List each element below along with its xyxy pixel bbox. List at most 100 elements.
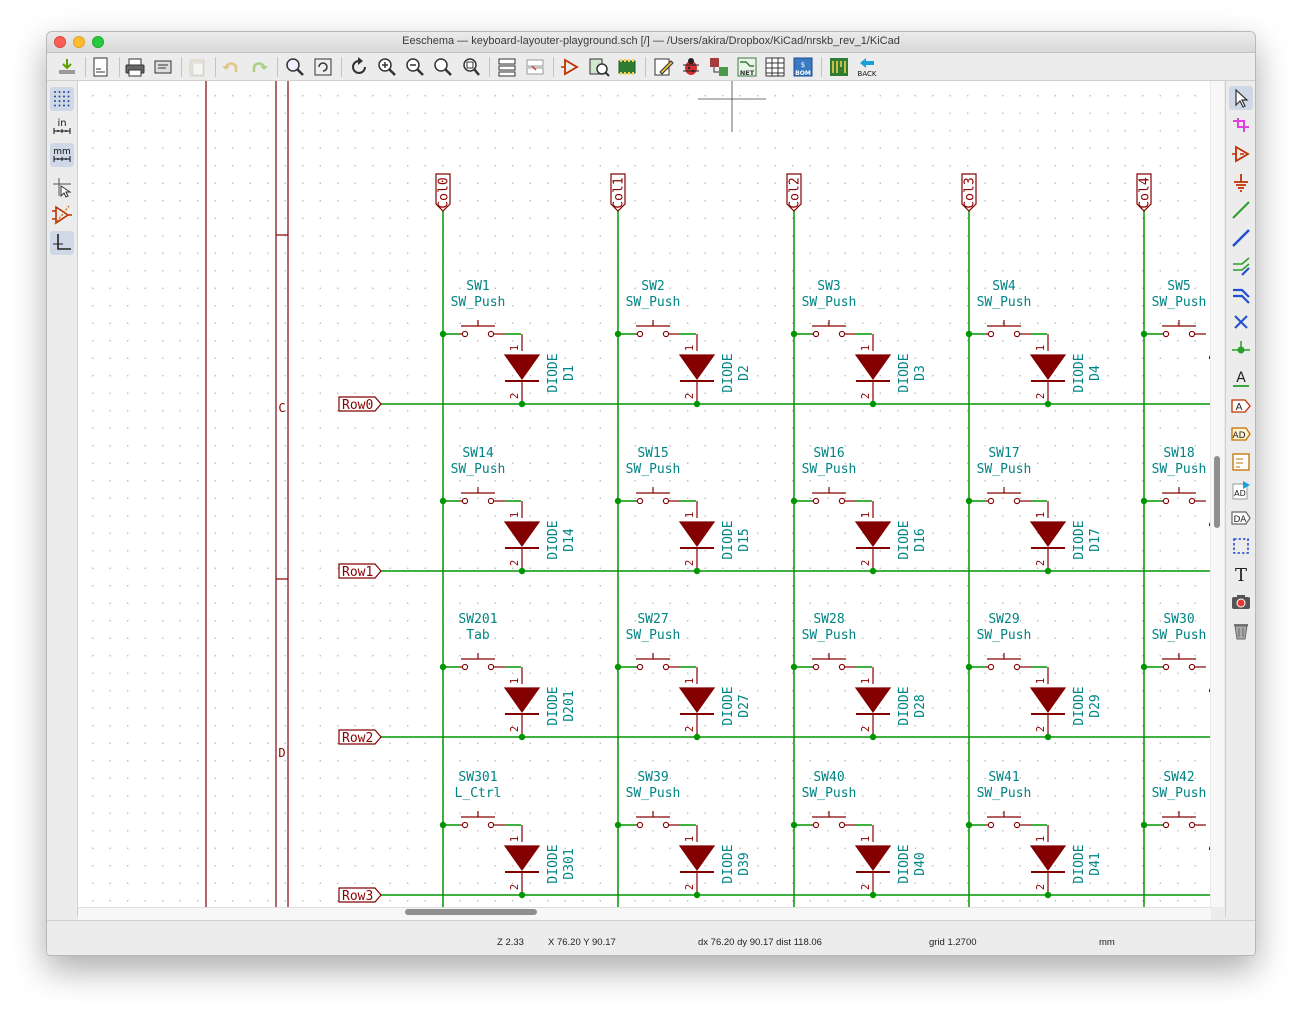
diode-d301[interactable]: 1 2 DIODE D301 [503, 825, 577, 899]
delete-icon[interactable] [1229, 618, 1253, 642]
switch-sw14[interactable]: SW14SW_Push [439, 446, 521, 505]
paste-icon[interactable] [185, 55, 209, 79]
zoom-out-icon[interactable] [403, 55, 427, 79]
back-icon[interactable]: BACK [855, 55, 879, 79]
undo-icon[interactable] [219, 55, 243, 79]
horizontal-scroll-thumb[interactable] [405, 909, 537, 915]
refresh-icon[interactable] [347, 55, 371, 79]
diode-d201[interactable]: 1 2 DIODE D201 [503, 667, 577, 741]
switch-sw30[interactable]: SW30SW_Push [1140, 612, 1210, 692]
hierarchical-sheet-icon[interactable] [1229, 450, 1253, 474]
leave-sheet-icon[interactable] [523, 55, 547, 79]
add-sheet-pin-icon[interactable]: DA [1229, 506, 1253, 530]
no-connect-icon[interactable] [1229, 310, 1253, 334]
global-label-col0[interactable]: Col0 [435, 173, 452, 212]
add-power-icon[interactable] [1229, 170, 1253, 194]
find-icon[interactable] [283, 55, 307, 79]
zoom-fit-icon[interactable] [431, 55, 455, 79]
cursor-shape-icon[interactable] [50, 175, 74, 199]
switch-sw2[interactable]: SW2SW_Push [614, 279, 696, 338]
plot-icon[interactable] [151, 55, 175, 79]
vertical-scroll-thumb[interactable] [1214, 456, 1220, 528]
wire-entry-icon[interactable] [1229, 254, 1253, 278]
diode-d39[interactable]: 1 2 DIODE D39 [678, 825, 752, 899]
find-replace-icon[interactable] [311, 55, 335, 79]
global-label-row3[interactable]: Row3 [338, 887, 382, 904]
diode-d2[interactable]: 1 2 DIODE D2 [678, 334, 752, 408]
diode-d3[interactable]: 1 2 DIODE D3 [854, 334, 928, 408]
select-icon[interactable] [1229, 86, 1253, 110]
horizontal-scrollbar[interactable] [78, 907, 1211, 920]
netlist-icon[interactable]: NET [735, 55, 759, 79]
footprint-association-icon[interactable] [615, 55, 639, 79]
net-label-icon[interactable]: A [1229, 366, 1253, 390]
diode-d40[interactable]: 1 2 DIODE D40 [854, 825, 928, 899]
diode-d28[interactable]: 1 2 DIODE D28 [854, 667, 928, 741]
print-icon[interactable] [123, 55, 147, 79]
import-sheet-pin-icon[interactable]: AD [1229, 478, 1253, 502]
hierarchy-navigator-icon[interactable] [495, 55, 519, 79]
bus-entry-icon[interactable] [1229, 282, 1253, 306]
switch-sw40[interactable]: SW40SW_Push [790, 770, 872, 829]
schematic-canvas[interactable]: C D Col0 Col1 Col2 Col3 Col4 Row0 Row1 Row2 Row3 SW… [78, 81, 1210, 907]
add-symbol-icon[interactable] [1229, 142, 1253, 166]
switch-sw42[interactable]: SW42SW_Push [1140, 770, 1210, 850]
erc-icon[interactable] [679, 55, 703, 79]
inch-units-icon[interactable]: in [50, 115, 74, 139]
schematic-drawing[interactable]: CDCol0 Col1 Col2 Col3 Col4Row0Row1Row2Row3SW… [78, 81, 1210, 907]
switch-sw15[interactable]: SW15SW_Push [614, 446, 696, 505]
diode-d14[interactable]: 1 2 DIODE D14 [503, 501, 577, 575]
orthogonal-wires-icon[interactable] [50, 231, 74, 255]
global-label-row1[interactable]: Row1 [338, 563, 382, 580]
switch-sw3[interactable]: SW3SW_Push [790, 279, 872, 338]
switch-sw41[interactable]: SW41SW_Push [965, 770, 1047, 829]
library-editor-icon[interactable] [559, 55, 583, 79]
image-icon[interactable] [1229, 590, 1253, 614]
switch-sw201[interactable]: SW201Tab [439, 612, 521, 671]
switch-sw28[interactable]: SW28SW_Push [790, 612, 872, 671]
switch-sw4[interactable]: SW4SW_Push [965, 279, 1047, 338]
zoom-in-icon[interactable] [375, 55, 399, 79]
bom-table-icon[interactable] [763, 55, 787, 79]
bom-icon[interactable]: $ BOM [791, 55, 815, 79]
add-wire-icon[interactable] [1229, 198, 1253, 222]
switch-sw18[interactable]: SW18SW_Push [1140, 446, 1210, 526]
redo-icon[interactable] [247, 55, 271, 79]
diode-d15[interactable]: 1 2 DIODE D15 [678, 501, 752, 575]
hierarchical-label-icon[interactable]: AD [1229, 422, 1253, 446]
diode-d17[interactable]: 1 2 DIODE D17 [1029, 501, 1103, 575]
diode-d27[interactable]: 1 2 DIODE D27 [678, 667, 752, 741]
switch-sw1[interactable]: SW1SW_Push [439, 279, 521, 338]
highlight-net-icon[interactable] [1229, 114, 1253, 138]
hidden-pins-icon[interactable] [50, 203, 74, 227]
grid-toggle-icon[interactable] [50, 87, 74, 111]
annotate-icon[interactable] [651, 55, 675, 79]
global-label-row2[interactable]: Row2 [338, 729, 382, 746]
page-settings-icon[interactable] [89, 55, 113, 79]
pcbnew-icon[interactable] [827, 55, 851, 79]
switch-sw301[interactable]: SW301L_Ctrl [439, 770, 521, 829]
global-label-row0[interactable]: Row0 [338, 396, 382, 413]
zoom-selection-icon[interactable] [459, 55, 483, 79]
switch-sw29[interactable]: SW29SW_Push [965, 612, 1047, 671]
switch-sw27[interactable]: SW27SW_Push [614, 612, 696, 671]
global-label-col3[interactable]: Col3 [961, 173, 978, 212]
generate-netlist-icon[interactable] [707, 55, 731, 79]
diode-d41[interactable]: 1 2 DIODE D41 [1029, 825, 1103, 899]
switch-sw39[interactable]: SW39SW_Push [614, 770, 696, 829]
diode-d4[interactable]: 1 2 DIODE D4 [1029, 334, 1103, 408]
graphic-line-icon[interactable] [1229, 534, 1253, 558]
global-label-col2[interactable]: Col2 [786, 173, 803, 212]
switch-sw17[interactable]: SW17SW_Push [965, 446, 1047, 505]
junction-icon[interactable] [1229, 338, 1253, 362]
mm-units-icon[interactable]: mm [50, 143, 74, 167]
switch-sw16[interactable]: SW16SW_Push [790, 446, 872, 505]
diode-d1[interactable]: 1 2 DIODE D1 [503, 334, 577, 408]
text-icon[interactable]: T [1229, 562, 1253, 586]
global-label-col1[interactable]: Col1 [610, 173, 627, 212]
diode-d16[interactable]: 1 2 DIODE D16 [854, 501, 928, 575]
diode-d29[interactable]: 1 2 DIODE D29 [1029, 667, 1103, 741]
save-icon[interactable] [55, 55, 79, 79]
library-browser-icon[interactable] [587, 55, 611, 79]
switch-sw5[interactable]: SW5SW_Push [1140, 279, 1210, 359]
